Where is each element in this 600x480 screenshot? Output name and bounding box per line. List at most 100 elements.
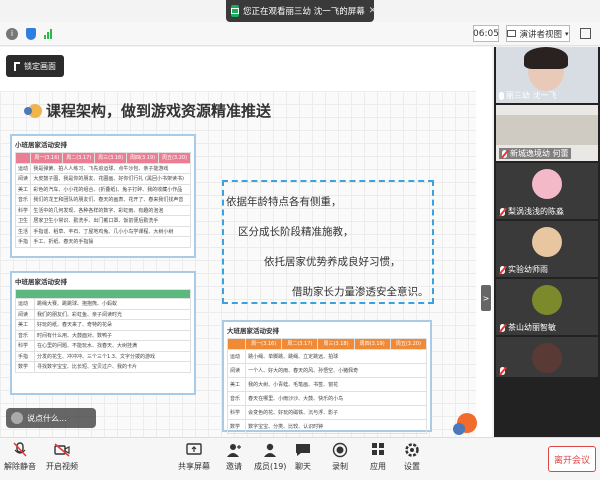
info-icon[interactable]: i [6, 27, 18, 40]
small-class-table: 周一(3.16) 周二(3.17) 周三(3.18) 周四(3.19) 周五(3… [14, 152, 191, 248]
chat-input-bubble[interactable]: 说点什么... [6, 408, 96, 428]
row-label: 数学 [14, 361, 36, 373]
table-header [15, 289, 191, 299]
row-note: 我们的朋友们、彩虹鱼、亲子阅读时光 [34, 308, 191, 320]
row-label: 科学 [14, 340, 36, 352]
video-tile[interactable]: 新城逸境幼 何蕾 [496, 105, 598, 161]
video-tile[interactable]: 丽三幼 沈一飞 [496, 47, 598, 103]
quote-line: 依据年龄特点各有侧重， [226, 196, 342, 208]
row-note: 手指谣、稻草、丰石、丁屋地鸡兔、几小小鸟学课程、大树小树 [30, 225, 191, 237]
header-cell: 周二(3.17) [281, 338, 319, 350]
middle-class-card: 中班居家活动安排 运动 跳绳大赛、跳跳球、抱抱熊、小蚂蚁 阅读 我们的朋友们、彩虹鱼… [10, 271, 196, 395]
header-cell: 周四(3.19) [353, 338, 391, 350]
large-class-card: 大班居家活动安排 周一(3.16) 周二(3.17) 周三(3.18) 周四(3… [222, 320, 432, 434]
header-cell: 周二(3.17) [62, 152, 96, 164]
apps-button[interactable]: 应用 [369, 442, 387, 472]
row-note: 一个人、好大的雨、春天的风、孙悟空、小猪佩奇 [245, 362, 427, 378]
video-tile[interactable]: 梨涡浅浅的陈淼 [496, 163, 598, 219]
table-row: 卫生 居家卫生小常识、勤洗手、出门戴口罩、饭前便后勤洗手 [14, 215, 191, 227]
quote-box: 依据年龄特点各有侧重， 区分成长阶段精准施教， 依托居家优势养成良好习惯， 借助… [222, 180, 434, 304]
settings-button[interactable]: 设置 [403, 442, 421, 472]
participant-avatar [532, 169, 562, 199]
row-label: 科学 [226, 404, 247, 420]
pin-icon [14, 61, 20, 71]
participant-name [499, 367, 508, 375]
participant-avatar [532, 285, 562, 315]
row-label: 音乐 [226, 390, 247, 406]
bottom-toolbar: 解除静音 开启视频 共享屏幕 邀请 成员(19) 聊天 录制 应用 设置 离开会… [0, 437, 600, 480]
collapse-panel-button[interactable]: > [481, 285, 491, 311]
presenter-view-button[interactable]: 演讲者视图 ▾ [506, 25, 570, 42]
invite-button[interactable]: 邀请 [225, 442, 243, 472]
row-label: 音乐 [14, 329, 36, 341]
participant-name-text: 丽三幼 沈一飞 [506, 91, 557, 100]
record-button[interactable]: 录制 [331, 442, 349, 472]
row-note: 跳小绳、单脚跳、跳绳、立定跳远、拍球 [245, 348, 427, 364]
mic-off-icon [11, 442, 29, 458]
header-cell: 周四(3.19) [126, 152, 160, 164]
row-note: 我的大树、小青蛙、毛笔画、书签、窗花 [245, 376, 427, 392]
video-tile[interactable] [496, 337, 598, 377]
header-cell: 周一(3.16) [245, 338, 283, 350]
start-video-button[interactable]: 开启视频 [46, 442, 78, 472]
signal-icon[interactable] [44, 28, 52, 39]
invite-label: 邀请 [226, 462, 242, 471]
fullscreen-icon[interactable] [580, 28, 591, 39]
table-row: 阅读 一个人、好大的雨、春天的风、孙悟空、小猪佩奇 [226, 362, 427, 378]
header-cell: 周五(3.20) [158, 152, 191, 164]
shield-icon[interactable] [26, 27, 36, 40]
members-label: 成员(19) [254, 462, 287, 471]
unmute-button[interactable]: 解除静音 [4, 442, 36, 472]
row-note: 好玩的纸、春天来了、奇特的花朵 [34, 319, 191, 331]
table-header: 周一(3.16) 周二(3.17) 周三(3.18) 周四(3.19) 周五(3… [14, 152, 191, 164]
header-cell: 周五(3.20) [389, 338, 428, 350]
row-label: 数学 [226, 418, 247, 434]
presenter-view-label: 演讲者视图 [519, 29, 562, 40]
table-row: 数学 数字宝宝、分类、比较、认识时钟 [226, 418, 427, 434]
quote-line: 借助家长力量渗透安全意识。 [292, 286, 429, 298]
row-note: 我们的龙王和团队的朋友们、春天的画表、花开了、春来我们找声音 [30, 194, 191, 206]
video-tile[interactable]: 茶山幼丽智敏 [496, 279, 598, 335]
close-share-icon[interactable]: ✕ [369, 6, 377, 16]
table-row: 音乐 时间有什么用、大鼓面对、数鸭子 [14, 329, 191, 341]
mic-icon [499, 91, 504, 100]
middle-class-table: 运动 跳绳大赛、跳跳球、抱抱熊、小蚂蚁 阅读 我们的朋友们、彩虹鱼、亲子阅读时光 美… [14, 289, 191, 373]
avatar [11, 412, 23, 424]
shared-screen: 锁定画面 课程架构，做到游戏资源精准推送 小班居家活动安排 周一(3.16) 周… [0, 47, 492, 437]
video-panel: 丽三幼 沈一飞 新城逸境幼 何蕾 梨涡浅浅的陈淼 实验幼师雨 茶山幼丽智敏 [494, 47, 600, 437]
row-note: 会变色的花、好玩的磁铁、沉与浮、影子 [245, 404, 427, 420]
participant-name: 梨涡浅浅的陈淼 [499, 206, 564, 217]
large-class-title: 大班居家活动安排 [227, 327, 279, 335]
chat-button[interactable]: 聊天 [294, 442, 312, 472]
header-cell [226, 338, 247, 350]
record-icon [331, 442, 349, 458]
row-label: 手指 [14, 236, 32, 248]
row-label: 运动 [226, 348, 247, 364]
participant-name: 实验幼师雨 [499, 264, 548, 275]
row-note: 寻找数字宝宝、比长短、宝贝过户、我的卡片 [34, 361, 191, 373]
presentation-slide: 课程架构，做到游戏资源精准推送 小班居家活动安排 周一(3.16) 周二(3.1… [0, 91, 477, 437]
slide-title-text: 课程架构，做到游戏资源精准推送 [46, 102, 272, 120]
row-label: 美工 [226, 376, 247, 392]
lock-view-button[interactable]: 锁定画面 [6, 55, 64, 77]
meeting-timer: 06:05 [473, 25, 499, 42]
members-button[interactable]: 成员(19) [254, 442, 286, 472]
chevron-down-icon: ▾ [565, 29, 569, 38]
mic-off-icon [499, 323, 506, 332]
leave-meeting-button[interactable]: 离开会议 [548, 446, 596, 472]
participant-name-text: 茶山幼丽智敏 [508, 323, 556, 332]
apps-label: 应用 [370, 462, 386, 471]
participant-name-text: 新城逸境幼 何蕾 [510, 149, 569, 158]
share-screen-button[interactable]: 共享屏幕 [178, 442, 210, 472]
row-label: 科学 [14, 204, 32, 216]
screen-share-banner[interactable]: 您正在观看丽三幼 沈一飞的屏幕 ✕ [226, 0, 377, 22]
row-note: 在心里的问题、不能玩水、找春天、大树挂满 [34, 340, 191, 352]
participant-avatar [532, 343, 562, 373]
header-cell: 周三(3.18) [317, 338, 355, 350]
row-label: 阅读 [226, 362, 247, 378]
video-tile[interactable]: 实验幼师雨 [496, 221, 598, 277]
settings-label: 设置 [404, 462, 420, 471]
row-label: 手指 [14, 350, 36, 362]
table-row: 手指 分发的花生、冲冲冲、三个三个1.3、文字分拨的游戏 [14, 350, 191, 362]
table-row: 美工 好玩的纸、春天来了、奇特的花朵 [14, 319, 191, 331]
